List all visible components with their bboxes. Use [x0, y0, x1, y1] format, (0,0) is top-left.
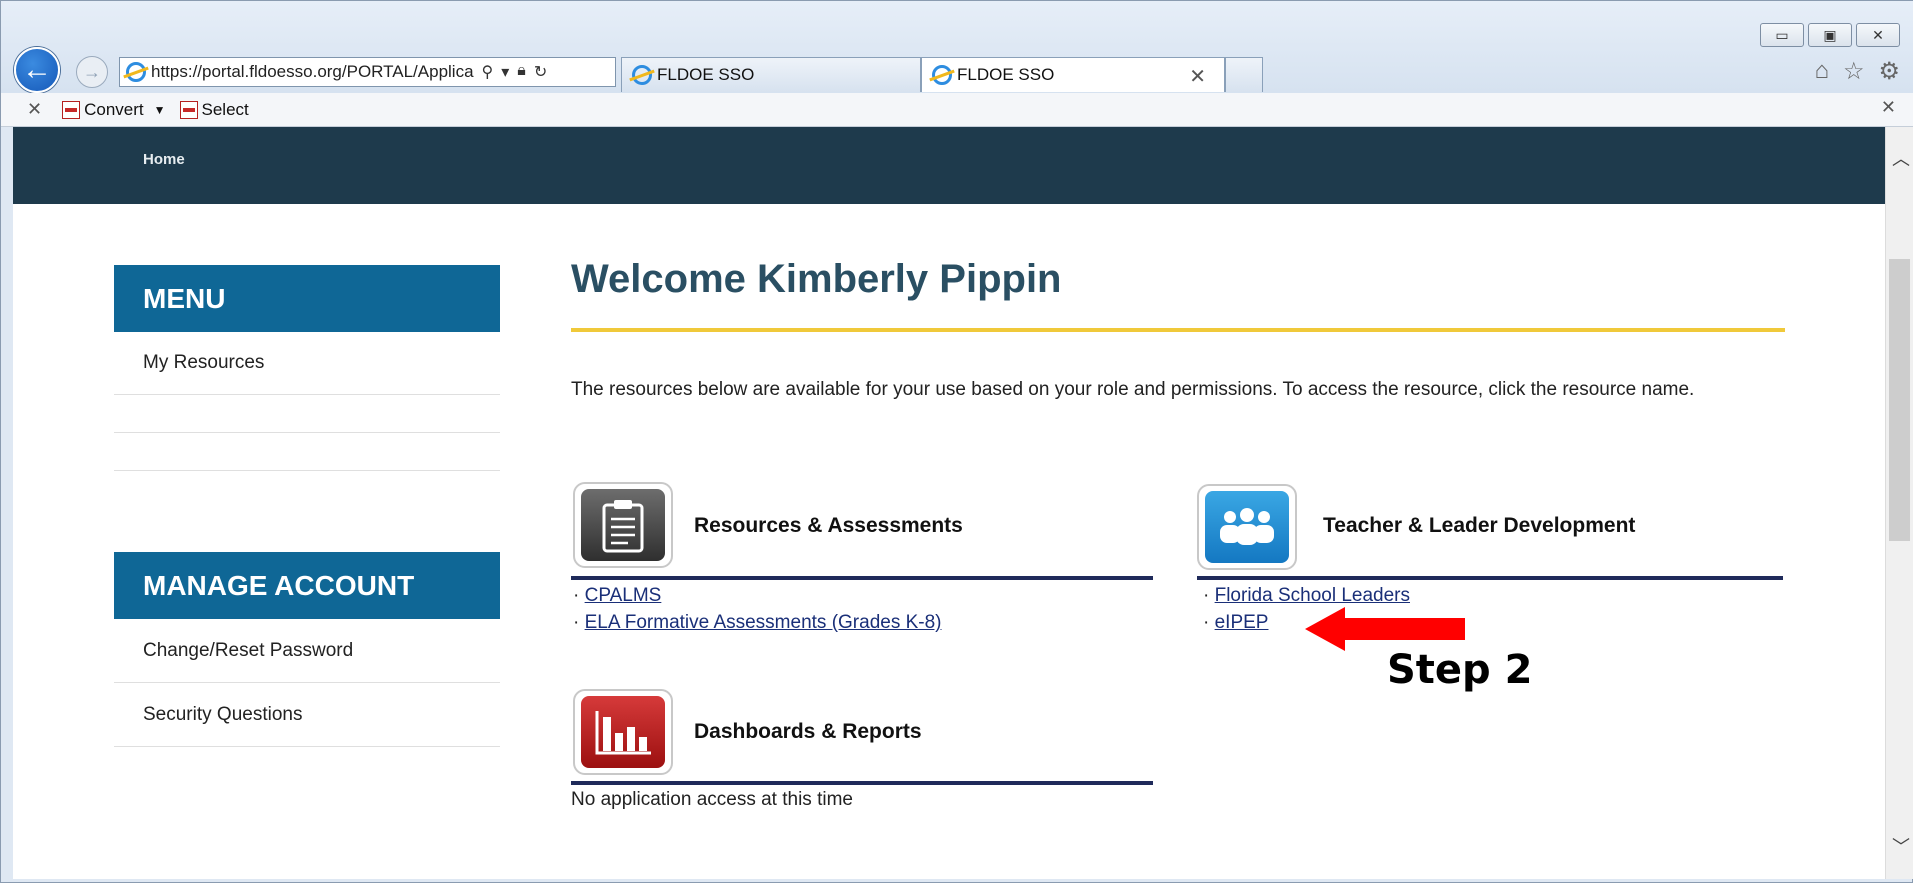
bar-chart-glyph: [595, 711, 651, 755]
section-divider: [571, 781, 1153, 785]
sidebar-item-change-password[interactable]: Change/Reset Password: [114, 619, 500, 683]
tab-label: FLDOE SSO: [957, 65, 1055, 84]
no-access-message: No application access at this time: [571, 789, 853, 810]
page-title: Welcome Kimberly Pippin: [571, 257, 1062, 301]
sidebar-item-my-resources[interactable]: My Resources: [114, 332, 500, 395]
cpalms-link[interactable]: CPALMS: [585, 585, 662, 606]
vertical-scrollbar[interactable]: ︿ ﹀: [1885, 127, 1913, 879]
page-viewport: Home MENU My Resources MANAGE ACCOUNT Ch…: [13, 127, 1885, 879]
section-divider: [1197, 576, 1783, 580]
tab-fldoe-sso-2[interactable]: FLDOE SSO ✕: [921, 57, 1225, 92]
refresh-icon[interactable]: ↻: [534, 62, 547, 82]
command-bar: ✕ Convert ▼ Select ✕: [1, 93, 1913, 127]
people-glyph: [1220, 508, 1274, 545]
search-icon[interactable]: ⚲: [482, 62, 494, 82]
address-tools: ⚲ ▾ 🔒︎ ↻: [482, 62, 548, 82]
list-item: · Florida School Leaders: [1203, 585, 1410, 606]
chevron-down-icon[interactable]: ▼: [154, 103, 166, 117]
new-tab-button[interactable]: [1225, 57, 1263, 92]
address-bar[interactable]: https://portal.fldoesso.org/PORTAL/Appli…: [119, 57, 616, 87]
home-icon[interactable]: ⌂: [1814, 57, 1829, 86]
convert-button[interactable]: Convert: [84, 100, 144, 120]
sidebar-item-blank[interactable]: [114, 433, 500, 471]
section-title-resources: Resources & Assessments: [694, 514, 963, 537]
scroll-down-icon[interactable]: ﹀: [1892, 833, 1910, 859]
scroll-thumb[interactable]: [1889, 259, 1910, 541]
sidebar-item-blank[interactable]: [114, 395, 500, 433]
ie-logo-icon: [126, 62, 146, 82]
eipep-link[interactable]: eIPEP: [1215, 612, 1269, 633]
people-group-icon[interactable]: [1197, 484, 1297, 570]
gear-icon[interactable]: ⚙: [1878, 57, 1900, 86]
close-window-icon[interactable]: ✕: [1856, 23, 1900, 47]
back-arrow-icon[interactable]: ←: [14, 47, 60, 93]
list-item: · eIPEP: [1203, 612, 1269, 633]
sidebar-item-security-questions[interactable]: Security Questions: [114, 683, 500, 747]
address-text: https://portal.fldoesso.org/PORTAL/Appli…: [151, 62, 474, 81]
close-toolbar-icon[interactable]: ✕: [27, 99, 42, 120]
florida-school-leaders-link[interactable]: Florida School Leaders: [1215, 585, 1410, 606]
forward-arrow-icon[interactable]: →: [76, 56, 108, 88]
tab-label: FLDOE SSO: [657, 65, 755, 84]
section-title-teacher-leader: Teacher & Leader Development: [1323, 514, 1636, 537]
minimize-icon[interactable]: ▭: [1760, 23, 1804, 47]
browser-tools: ⌂ ☆ ⚙: [1814, 57, 1900, 86]
step-annotation: Step 2: [1387, 647, 1533, 693]
favorites-star-icon[interactable]: ☆: [1843, 57, 1865, 86]
window-controls: ▭ ▣ ✕: [1760, 23, 1900, 47]
top-nav: Home: [13, 127, 1885, 204]
intro-text: The resources below are available for yo…: [571, 379, 1695, 400]
bar-chart-icon[interactable]: [573, 689, 673, 775]
close-bar-icon[interactable]: ✕: [1881, 97, 1896, 118]
maximize-icon[interactable]: ▣: [1808, 23, 1852, 47]
menu-heading: MENU: [114, 265, 500, 332]
tab-fldoe-sso-1[interactable]: FLDOE SSO: [621, 57, 921, 92]
scroll-up-icon[interactable]: ︿: [1892, 145, 1910, 171]
nav-home-link[interactable]: Home: [143, 151, 185, 168]
browser-window: ▭ ▣ ✕ ← → https://portal.fldoesso.org/PO…: [0, 0, 1913, 883]
pdf-select-icon: [179, 100, 198, 119]
list-item: · CPALMS: [573, 585, 662, 606]
red-arrow-icon: [1305, 607, 1465, 651]
ie-logo-icon: [632, 65, 652, 85]
dropdown-icon[interactable]: ▾: [501, 62, 509, 82]
list-item: · ELA Formative Assessments (Grades K-8): [573, 612, 942, 633]
ela-formative-link[interactable]: ELA Formative Assessments (Grades K-8): [585, 612, 942, 633]
title-divider: [571, 328, 1785, 332]
clipboard-glyph: [602, 500, 644, 553]
clipboard-icon[interactable]: [573, 482, 673, 568]
lock-icon[interactable]: 🔒︎: [517, 62, 526, 82]
close-tab-icon[interactable]: ✕: [1189, 64, 1206, 89]
ie-logo-icon: [932, 65, 952, 85]
section-divider: [571, 576, 1153, 580]
section-title-dashboards: Dashboards & Reports: [694, 720, 922, 743]
select-button[interactable]: Select: [202, 100, 249, 120]
pdf-convert-icon: [62, 100, 81, 119]
manage-account-heading: MANAGE ACCOUNT: [114, 552, 500, 619]
